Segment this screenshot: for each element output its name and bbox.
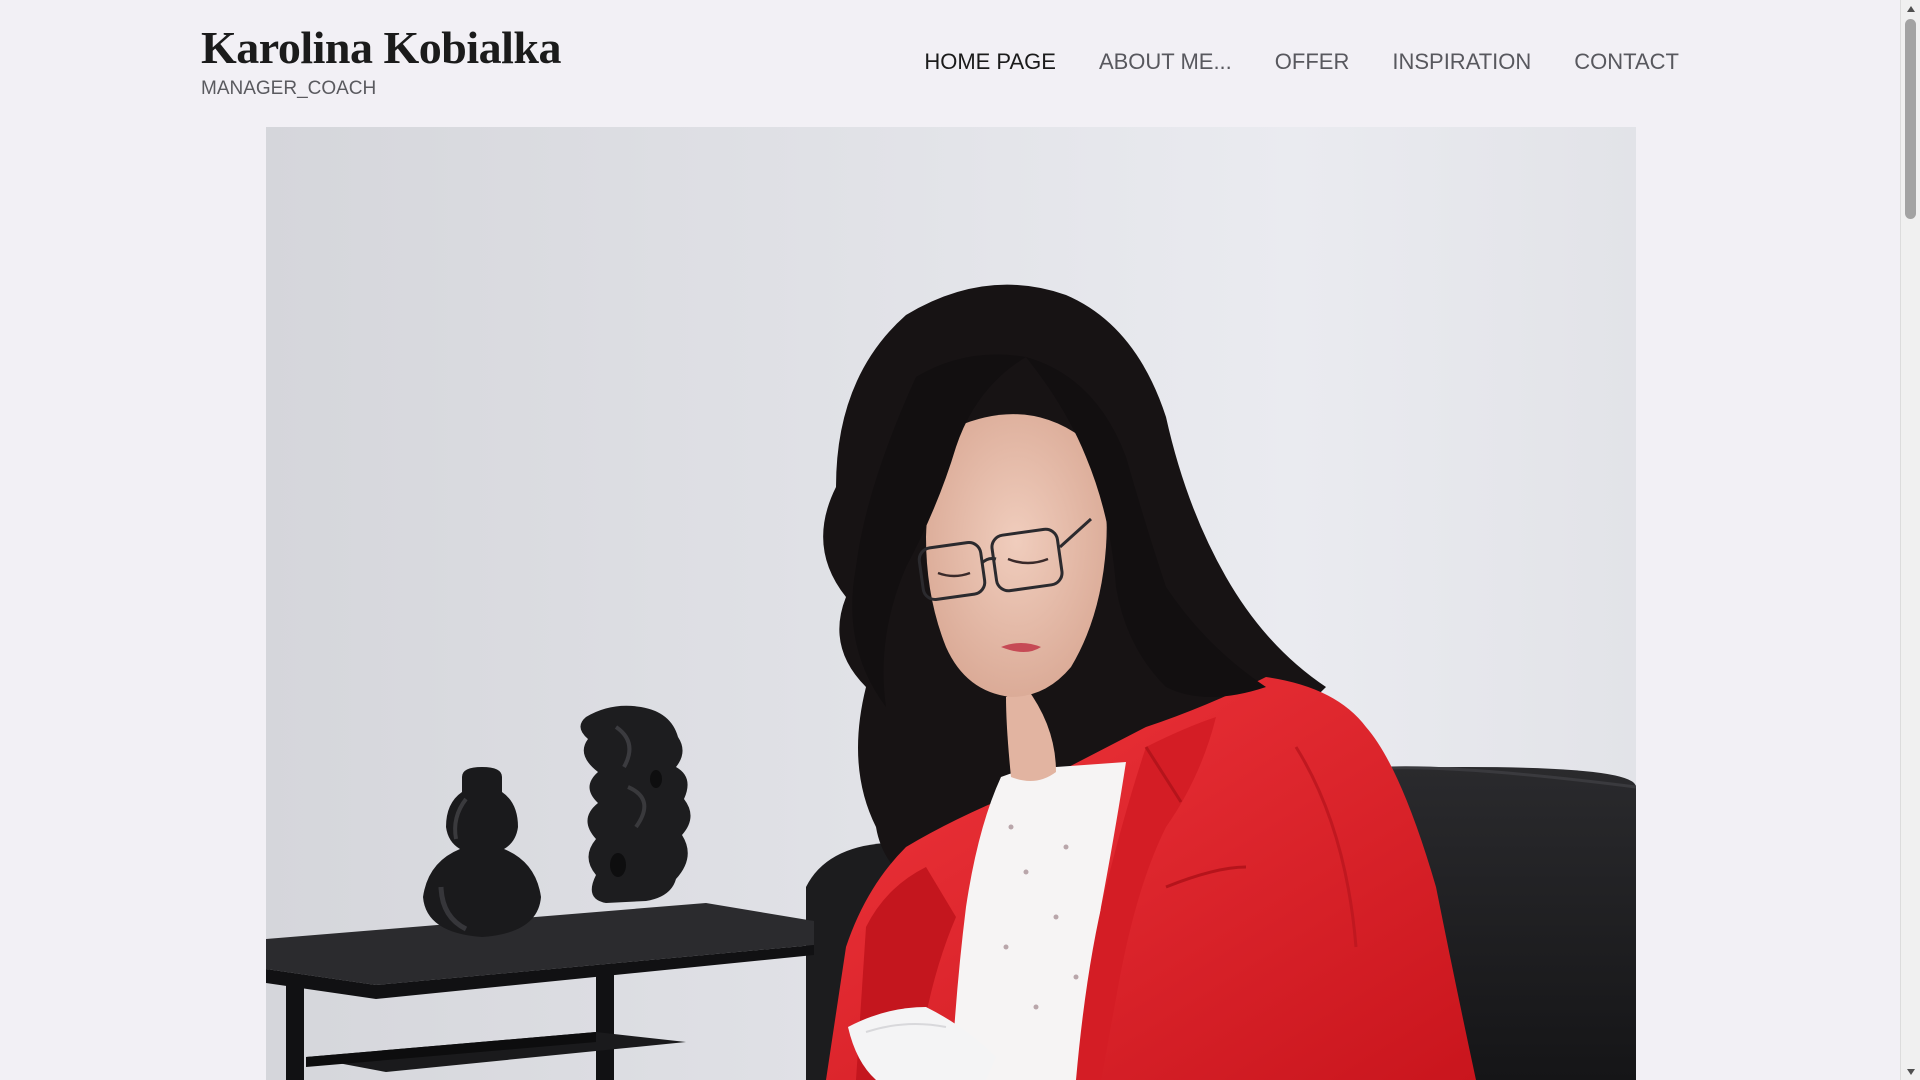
site-header: Karolina Kobialka MANAGER_COACH HOME PAG… — [0, 0, 1900, 127]
nav-item-inspiration[interactable]: INSPIRATION — [1392, 47, 1531, 77]
site-title[interactable]: Karolina Kobialka — [201, 16, 562, 80]
scroll-up-arrow-icon[interactable] — [1901, 0, 1920, 17]
nav-item-about-me[interactable]: ABOUT ME... — [1099, 47, 1232, 77]
nav-item-offer[interactable]: OFFER — [1275, 47, 1350, 77]
main-nav: HOME PAGE ABOUT ME... OFFER INSPIRATION … — [924, 47, 1679, 77]
site-tagline: MANAGER_COACH — [201, 78, 377, 99]
vertical-scrollbar[interactable] — [1900, 0, 1920, 1080]
brand[interactable]: Karolina Kobialka MANAGER_COACH — [201, 16, 562, 100]
scroll-down-arrow-icon[interactable] — [1901, 1063, 1920, 1080]
portrait-photo — [266, 127, 1636, 1080]
nav-item-contact[interactable]: CONTACT — [1574, 47, 1679, 77]
scroll-thumb[interactable] — [1905, 19, 1916, 219]
hero-image — [266, 127, 1636, 1080]
sculpture — [580, 705, 691, 903]
nav-item-home-page[interactable]: HOME PAGE — [924, 47, 1056, 77]
page: Karolina Kobialka MANAGER_COACH HOME PAG… — [0, 0, 1900, 1080]
